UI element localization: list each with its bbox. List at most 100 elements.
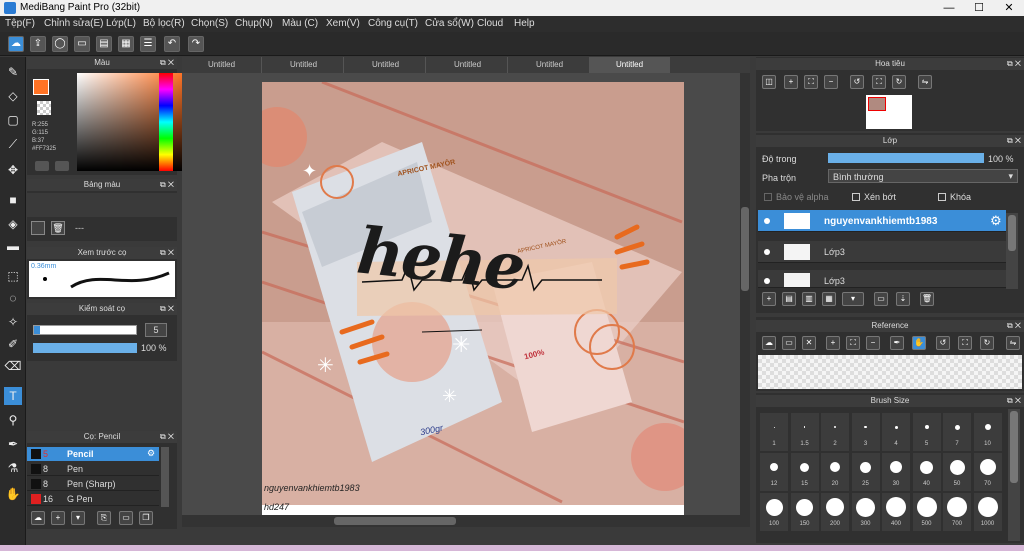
foreground-color-swatch[interactable]	[33, 79, 49, 95]
lock-checkbox[interactable]	[938, 193, 946, 201]
brush-size-option[interactable]: 7	[943, 413, 971, 451]
folder-icon[interactable]: ▭	[874, 292, 888, 306]
tab-untitled-1[interactable]: Untitled	[182, 57, 262, 73]
menu-window[interactable]: Cửa sổ(W)	[425, 18, 474, 29]
brush-size-option[interactable]: 5	[912, 413, 941, 451]
undo-icon[interactable]: ↶	[164, 36, 180, 52]
brush-size-option[interactable]: 15	[790, 453, 819, 491]
menu-layer[interactable]: Lớp(L)	[106, 18, 136, 29]
close-icon[interactable]: ⧉ ✕	[160, 57, 174, 69]
protect-alpha-checkbox[interactable]	[764, 193, 772, 201]
brush-size-option[interactable]: 70	[973, 453, 1002, 491]
menu-filter[interactable]: Bộ lọc(R)	[143, 18, 185, 29]
zoom-in-icon[interactable]: +	[826, 336, 840, 350]
close-button[interactable]: ✕	[994, 0, 1024, 16]
close-icon[interactable]: ⧉ ✕	[160, 431, 174, 443]
eyedropper-icon[interactable]: ✒	[890, 336, 904, 350]
fullscreen-icon[interactable]: ⛶	[958, 336, 972, 350]
close-icon[interactable]: ⧉ ✕	[1007, 135, 1021, 147]
new-layer-icon[interactable]: +	[762, 292, 776, 306]
tab-untitled-2[interactable]: Untitled	[264, 57, 344, 73]
hue-slider[interactable]	[159, 73, 173, 171]
maximize-button[interactable]: ☐	[964, 0, 994, 16]
bucket-tool-icon[interactable]: ◈	[4, 215, 22, 233]
menu-file[interactable]: Tệp(F)	[5, 18, 35, 29]
color-mode-button[interactable]	[35, 161, 49, 171]
new-halftone-layer-icon[interactable]: ▤	[782, 292, 796, 306]
navigator-thumbnail[interactable]	[866, 95, 912, 129]
delete-layer-icon[interactable]: 🗑	[920, 292, 934, 306]
tab-untitled-5[interactable]: Untitled	[510, 57, 590, 73]
brush-size-option[interactable]: 20	[821, 453, 849, 491]
eye-icon[interactable]	[764, 278, 770, 284]
rotate-right-icon[interactable]: ↻	[892, 75, 906, 89]
rotate-left-icon[interactable]: ↺	[936, 336, 950, 350]
gear-icon[interactable]: ⚙	[147, 448, 155, 459]
menu-capture[interactable]: Chụp(N)	[235, 18, 273, 29]
tab-untitled-active[interactable]: Untitled	[590, 57, 670, 73]
page-icon[interactable]: ▤	[96, 36, 112, 52]
rotate-right-icon[interactable]: ↻	[980, 336, 994, 350]
brush-item-pencil[interactable]: 5 Pencil ⚙	[27, 447, 159, 461]
operation-tool-icon[interactable]: ⚲	[4, 411, 22, 429]
rectangle-tool-icon[interactable]: ▢	[4, 111, 22, 129]
hand-tool-icon[interactable]: ✋	[4, 485, 22, 503]
new-brush-icon[interactable]: +	[51, 511, 65, 525]
brush-size-option[interactable]: 50	[943, 453, 971, 491]
horizontal-scrollbar[interactable]	[182, 515, 750, 527]
zoom-out-icon[interactable]: −	[824, 75, 838, 89]
layer-name[interactable]: Lớp3	[824, 247, 845, 257]
close-icon[interactable]: ⧉ ✕	[1007, 58, 1021, 70]
brush-size-scrollbar[interactable]	[1008, 409, 1020, 541]
folder-icon[interactable]: ▭	[119, 511, 133, 525]
eye-icon[interactable]	[764, 218, 770, 224]
minimize-button[interactable]: —	[934, 0, 964, 16]
mirror-icon[interactable]: ⇋	[918, 75, 932, 89]
menu-edit[interactable]: Chỉnh sửa(E)	[44, 18, 104, 29]
share-icon[interactable]: ⇪	[30, 36, 46, 52]
brush-size-option[interactable]: 30	[882, 453, 910, 491]
eyedropper-tool-icon[interactable]: ✒	[4, 435, 22, 453]
close-icon[interactable]: ⧉ ✕	[160, 303, 174, 315]
close-icon[interactable]: ⧉ ✕	[160, 179, 174, 191]
fit-icon[interactable]: ⛶	[846, 336, 860, 350]
brush-size-option[interactable]: 200	[821, 493, 849, 531]
brush-item-pen-sharp[interactable]: 8 Pen (Sharp)	[27, 477, 159, 491]
close-icon[interactable]: ⧉ ✕	[1007, 320, 1021, 332]
layer-row[interactable]: Lớp3	[758, 241, 1006, 263]
fit-icon[interactable]: ⛶	[804, 75, 818, 89]
fill-rect-tool-icon[interactable]: ■	[4, 191, 22, 209]
cloud-brush-icon[interactable]: ☁	[31, 511, 45, 525]
menu-color[interactable]: Màu (C)	[282, 18, 318, 29]
brush-size-option[interactable]: 12	[760, 453, 788, 491]
blend-mode-select[interactable]: Bình thường ▾	[828, 169, 1018, 183]
layer-name[interactable]: nguyenvankhiemtb1983	[824, 216, 937, 227]
close-icon[interactable]: ⧉ ✕	[1007, 395, 1021, 407]
grid-icon[interactable]: ▦	[118, 36, 134, 52]
layer-opacity-slider[interactable]	[828, 153, 984, 163]
reference-area[interactable]	[758, 355, 1022, 389]
redo-icon[interactable]: ↷	[188, 36, 204, 52]
comment-icon[interactable]: ◯	[52, 36, 68, 52]
menu-select[interactable]: Chọn(S)	[191, 18, 228, 29]
copy-brush-icon[interactable]: ⎘	[97, 511, 111, 525]
clip-checkbox[interactable]	[852, 193, 860, 201]
chat-icon[interactable]: ▭	[74, 36, 90, 52]
magic-wand-tool-icon[interactable]: ✧	[4, 313, 22, 331]
duplicate-brush-icon[interactable]: ❐	[139, 511, 153, 525]
layer-row[interactable]: Lớp3	[758, 270, 1006, 288]
line-tool-icon[interactable]: ⟋	[4, 135, 22, 153]
brush-size-option[interactable]: 40	[912, 453, 941, 491]
menu-tools[interactable]: Công cụ(T)	[368, 18, 418, 29]
cloud-icon[interactable]: ☁	[762, 336, 776, 350]
rotate-left-icon[interactable]: ↺	[850, 75, 864, 89]
tab-untitled-3[interactable]: Untitled	[346, 57, 426, 73]
dropper-tool-icon[interactable]: ⚗	[4, 459, 22, 477]
tab-untitled-4[interactable]: Untitled	[428, 57, 508, 73]
brush-size-option[interactable]: 1000	[973, 493, 1002, 531]
brush-size-option[interactable]: 100	[760, 493, 788, 531]
brush-item-g-pen[interactable]: 16 G Pen	[27, 492, 159, 506]
select-tool-icon[interactable]: ⬚	[4, 267, 22, 285]
brush-size-option[interactable]: 10	[973, 413, 1002, 451]
menu-help[interactable]: Help	[514, 18, 535, 29]
